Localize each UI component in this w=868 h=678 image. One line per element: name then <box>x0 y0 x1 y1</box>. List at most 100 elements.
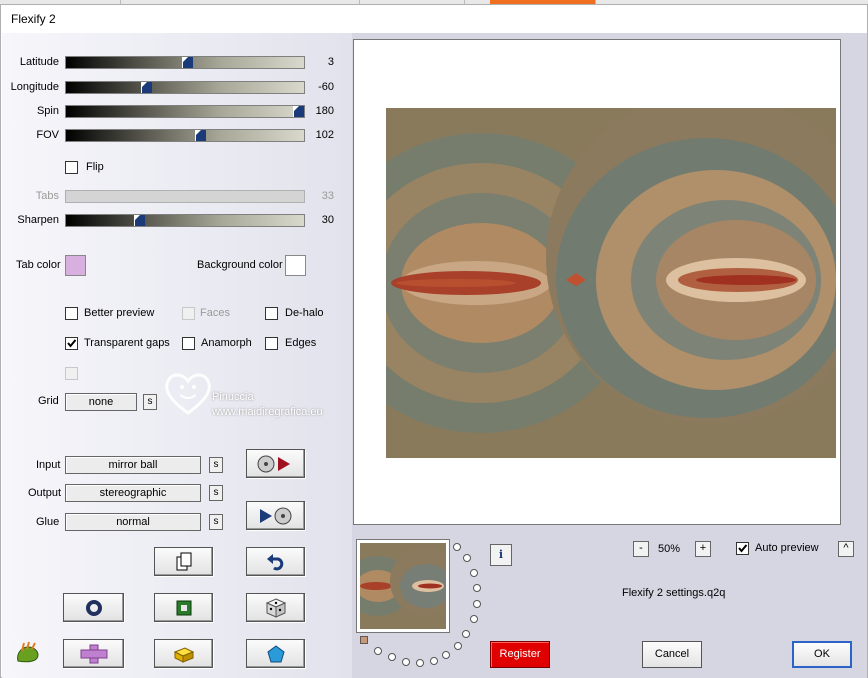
auto-preview-checkbox[interactable] <box>736 542 749 555</box>
slider-track[interactable] <box>65 56 305 69</box>
slider-label: Tabs <box>35 190 59 202</box>
disabled-checkbox[interactable] <box>65 367 78 380</box>
watermark-name: Pinuccia <box>212 391 254 403</box>
preset-dot[interactable] <box>463 554 471 562</box>
de-halo-label: De-halo <box>285 307 324 319</box>
slider-value[interactable]: 3 <box>300 56 334 68</box>
settings-file-name: Flexify 2 settings.q2q <box>622 587 726 599</box>
square-button[interactable] <box>154 593 213 622</box>
brick-button[interactable] <box>154 639 213 668</box>
slider-value[interactable]: 30 <box>300 214 334 226</box>
transparent-gaps-label: Transparent gaps <box>84 337 170 349</box>
grid-s-button[interactable]: s <box>143 394 157 410</box>
title-bar[interactable]: Flexify 2 <box>1 5 867 33</box>
input-select[interactable]: mirror ball <box>65 456 201 474</box>
slider-track[interactable] <box>65 214 305 227</box>
disc-to-play-icon <box>257 455 290 472</box>
plus-shape-button[interactable] <box>63 639 124 668</box>
blue-pentagon-icon <box>266 644 285 662</box>
grid-label: Grid <box>38 395 59 407</box>
cancel-button[interactable]: Cancel <box>642 641 702 668</box>
better-preview-checkbox[interactable] <box>65 307 78 320</box>
de-halo-checkbox[interactable] <box>265 307 278 320</box>
play-to-disc-icon <box>259 507 291 524</box>
preset-dot[interactable] <box>442 651 450 659</box>
glue-s-button[interactable]: s <box>209 514 223 530</box>
edges-checkbox[interactable] <box>265 337 278 350</box>
watermark-url: www.maidiregrafica.eu <box>212 406 323 418</box>
slider-value[interactable]: 180 <box>300 105 334 117</box>
flexify-dialog: Flexify 2 Latitude 3 Longitude -60 Spin 180 FO… <box>0 4 868 678</box>
slider-track[interactable] <box>65 81 305 94</box>
input-s-button[interactable]: s <box>209 457 223 473</box>
preset-dot[interactable] <box>430 657 438 665</box>
tab-color-swatch[interactable] <box>65 255 86 276</box>
preset-dot[interactable] <box>473 600 481 608</box>
checkmark-icon <box>738 544 748 553</box>
slider-track[interactable] <box>65 105 305 118</box>
background-color-label: Background color <box>197 259 283 271</box>
slider-value[interactable]: 33 <box>300 190 334 202</box>
window-title: Flexify 2 <box>11 12 56 26</box>
preview-image <box>386 108 836 458</box>
ring-button[interactable] <box>63 593 124 622</box>
checkmark-icon <box>67 339 77 348</box>
zoom-out-button[interactable]: - <box>633 541 649 557</box>
grid-select[interactable]: none <box>65 393 137 411</box>
ring-icon <box>85 599 102 616</box>
info-button[interactable]: i <box>490 544 512 566</box>
ok-button[interactable]: OK <box>792 641 852 668</box>
preset-dot[interactable] <box>402 658 410 666</box>
slider-thumb[interactable] <box>141 82 152 93</box>
preset-dot[interactable] <box>374 647 382 655</box>
dialog-client: Latitude 3 Longitude -60 Spin 180 FOV 102 Tabs 33… <box>2 33 867 678</box>
expand-button[interactable]: ^ <box>838 541 854 557</box>
slider-label: Sharpen <box>17 214 59 226</box>
register-button[interactable]: Register <box>490 641 550 668</box>
export-button[interactable] <box>246 501 305 530</box>
preview-canvas[interactable] <box>353 39 841 525</box>
slider-value[interactable]: -60 <box>300 81 334 93</box>
background-color-swatch[interactable] <box>285 255 306 276</box>
undo-button[interactable] <box>246 547 305 576</box>
flip-checkbox[interactable] <box>65 161 78 174</box>
import-button[interactable] <box>246 449 305 478</box>
slider-thumb[interactable] <box>134 215 145 226</box>
anamorph-label: Anamorph <box>201 337 252 349</box>
slider-label: Spin <box>36 105 59 117</box>
preset-dot[interactable] <box>470 569 478 577</box>
yellow-brick-icon <box>173 646 194 663</box>
preset-dot[interactable] <box>388 653 396 661</box>
zoom-in-button[interactable]: + <box>695 541 711 557</box>
input-label: Input <box>36 459 61 471</box>
thumbnail-image <box>360 543 446 629</box>
anamorph-checkbox[interactable] <box>182 337 195 350</box>
glue-select[interactable]: normal <box>65 513 201 531</box>
slider-label: FOV <box>36 129 59 141</box>
random-button[interactable] <box>246 593 305 622</box>
slider-thumb[interactable] <box>195 130 206 141</box>
purple-plus-icon <box>80 644 107 663</box>
copy-page-icon <box>176 552 191 570</box>
preview-panel: i - 50% + Auto preview ^ Flexify 2 setti… <box>352 33 867 678</box>
copy-button[interactable] <box>154 547 213 576</box>
output-s-button[interactable]: s <box>209 485 223 501</box>
faces-checkbox[interactable] <box>182 307 195 320</box>
slider-track[interactable] <box>65 129 305 142</box>
preset-dot[interactable] <box>454 642 462 650</box>
preset-dot[interactable] <box>453 543 461 551</box>
pentagon-button[interactable] <box>246 639 305 668</box>
preset-dot[interactable] <box>416 659 424 667</box>
slider-track[interactable] <box>65 190 305 203</box>
transparent-gaps-checkbox[interactable] <box>65 337 78 350</box>
slider-thumb[interactable] <box>182 57 193 68</box>
controls-panel: Latitude 3 Longitude -60 Spin 180 FOV 102 Tabs 33… <box>2 33 352 678</box>
slider-value[interactable]: 102 <box>300 129 334 141</box>
preset-dot[interactable] <box>470 615 478 623</box>
preset-dot[interactable] <box>473 584 481 592</box>
preview-thumbnail[interactable] <box>356 539 450 633</box>
square-frame-icon <box>176 600 191 615</box>
thumbnail-marker[interactable] <box>360 636 368 644</box>
preset-dot[interactable] <box>462 630 470 638</box>
output-select[interactable]: stereographic <box>65 484 201 502</box>
